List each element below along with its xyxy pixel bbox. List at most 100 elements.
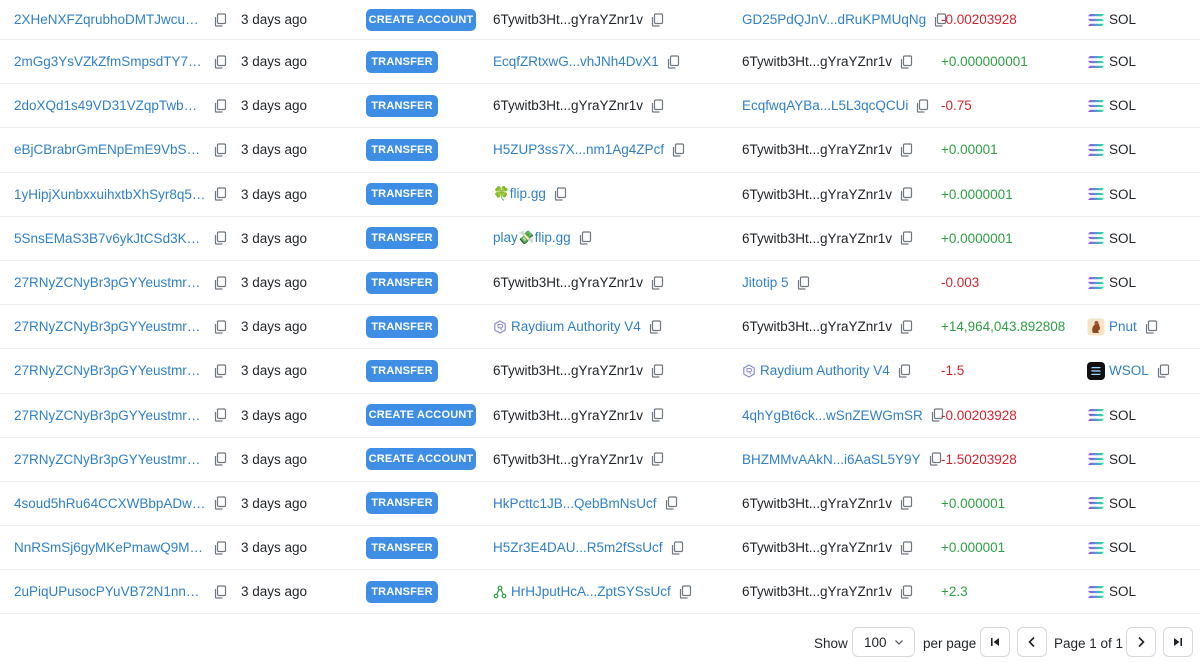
signature-link[interactable]: 2doXQd1s49VD31VZqpTwbwnn... [14,98,206,113]
signature-link[interactable]: 27RNyZCNyBr3pGYYeustmrFPA... [14,452,206,467]
from-address[interactable]: HkPcttc1JB...QebBmNsUcf [493,496,657,511]
to-cell: 6Tywitb3Ht...gYraYZnr1v [742,173,937,216]
time-text: 3 days ago [241,230,308,246]
copy-icon[interactable] [649,12,665,28]
copy-icon[interactable] [647,319,663,335]
copy-icon[interactable] [665,54,681,70]
last-page-button[interactable] [1163,627,1193,657]
copy-icon[interactable] [898,230,914,246]
signature-link[interactable]: NnRSmSj6gyMKePmawQ9Mmq... [14,540,206,555]
table-row: 4soud5hRu64CCXWBbpADwd7y... 3 days ago TRA… [0,482,1200,527]
signature-link[interactable]: 1yHipjXunbxxuihxtbXhSyr8q5Tte... [14,187,206,202]
to-address[interactable]: BHZMMvAAkN...i6AaSL5Y9Y [742,452,921,467]
token-label[interactable]: Pnut [1109,319,1137,334]
amount-cell: +0.00001 [941,128,1081,171]
signature-link[interactable]: 27RNyZCNyBr3pGYYeustmrFPA... [14,363,206,378]
copy-icon[interactable] [898,584,914,600]
to-address: 6Tywitb3Ht...gYraYZnr1v [742,319,893,335]
copy-icon[interactable] [212,495,228,511]
copy-icon[interactable] [898,319,914,335]
signature-link[interactable]: 5SnsEMaS3B7v6ykJtCSd3K9nx... [14,231,206,246]
signature-link[interactable]: 2uPiqUPusocPYuVB72N1nnXC8... [14,584,206,599]
copy-icon[interactable] [669,540,685,556]
to-address[interactable]: EcqfwqAYBa...L5L3qcQCUi [742,98,908,113]
copy-icon[interactable] [1155,363,1171,379]
copy-icon[interactable] [212,540,228,556]
copy-icon[interactable] [212,186,228,202]
to-cell: 6Tywitb3Ht...gYraYZnr1v [742,526,937,569]
from-address[interactable]: H5ZUP3ss7X...nm1Ag4ZPcf [493,142,664,157]
copy-icon[interactable] [898,495,914,511]
copy-icon[interactable] [898,142,914,158]
time-text: 3 days ago [241,12,308,27]
to-address[interactable]: GD25PdQJnV...dRuKPMUqNg [742,12,926,27]
copy-icon[interactable] [212,230,228,246]
from-address[interactable]: H5Zr3E4DAU...R5m2fSsUcf [493,540,663,555]
from-cell: H5Zr3E4DAU...R5m2fSsUcf [493,526,741,569]
to-address: 6Tywitb3Ht...gYraYZnr1v [742,230,893,246]
signature-link[interactable]: 27RNyZCNyBr3pGYYeustmrFPA... [14,275,206,290]
signature-link[interactable]: 27RNyZCNyBr3pGYYeustmrFPA... [14,408,206,423]
from-address[interactable]: Raydium Authority V4 [511,319,641,334]
signature-link[interactable]: 4soud5hRu64CCXWBbpADwd7y... [14,496,206,511]
signature-link[interactable]: 2mGg3YsVZkZfmSmpsdTY76Dj... [14,54,206,69]
to-address[interactable]: 4qhYgBt6ck...wSnZEWGmSR [742,408,923,423]
table-row: 27RNyZCNyBr3pGYYeustmrFPA... 3 days ago TR… [0,305,1200,350]
signature-link[interactable]: 2XHeNXFZqrubhoDMTJwcudXib... [14,12,206,27]
to-address[interactable]: Jitotip 5 [742,275,789,290]
copy-icon[interactable] [212,584,228,600]
copy-icon[interactable] [1143,319,1159,335]
copy-icon[interactable] [670,142,686,158]
copy-icon[interactable] [212,142,228,158]
copy-icon[interactable] [212,363,228,379]
prev-page-button[interactable] [1017,627,1047,657]
copy-icon[interactable] [898,54,914,70]
copy-icon[interactable] [795,275,811,291]
copy-icon[interactable] [649,451,665,467]
copy-icon[interactable] [212,98,228,114]
copy-icon[interactable] [649,363,665,379]
amount-cell: -1.5 [941,349,1081,392]
copy-icon[interactable] [677,584,693,600]
from-address[interactable]: EcqfZRtxwG...vhJNh4DvX1 [493,54,659,69]
from-address[interactable]: HrHJputHcA...ZptSYSsUcf [511,584,671,599]
amount-cell: -0.75 [941,84,1081,127]
solana-icon [1087,583,1105,601]
signature-link[interactable]: 27RNyZCNyBr3pGYYeustmrFPA... [14,319,206,334]
type-badge: TRANSFER [366,271,438,294]
copy-icon[interactable] [649,407,665,423]
table-row: 2doXQd1s49VD31VZqpTwbwnn... 3 days ago TRA… [0,84,1200,129]
copy-icon[interactable] [649,275,665,291]
copy-icon[interactable] [212,54,228,70]
type-badge: CREATE ACCOUNT [366,8,476,31]
next-page-button[interactable] [1126,627,1156,657]
copy-icon[interactable] [663,495,679,511]
per-page-select[interactable]: 100 [852,627,915,657]
signature-cell: eBjCBrabrGmENpEmE9VbSHAn... [14,128,236,171]
token-label: SOL [1109,584,1137,600]
copy-icon[interactable] [914,98,930,114]
type-cell: TRANSFER [366,305,486,348]
from-address[interactable]: play💸flip.gg [493,230,571,246]
copy-icon[interactable] [898,186,914,202]
type-cell: CREATE ACCOUNT [366,438,486,481]
to-address[interactable]: Raydium Authority V4 [760,363,890,378]
copy-icon[interactable] [552,186,568,202]
copy-icon[interactable] [212,275,228,291]
token-label[interactable]: WSOL [1109,363,1149,378]
copy-icon[interactable] [577,230,593,246]
to-cell: 6Tywitb3Ht...gYraYZnr1v [742,128,937,171]
from-address[interactable]: 🍀flip.gg [493,186,546,202]
copy-icon[interactable] [649,98,665,114]
copy-icon[interactable] [212,451,228,467]
copy-icon[interactable] [898,540,914,556]
wsol-icon [1087,361,1105,380]
copy-icon[interactable] [896,363,912,379]
type-cell: CREATE ACCOUNT [366,394,486,437]
first-page-button[interactable] [980,627,1010,657]
copy-icon[interactable] [212,319,228,335]
copy-icon[interactable] [212,12,228,28]
signature-link[interactable]: eBjCBrabrGmENpEmE9VbSHAn... [14,142,206,157]
amount-cell: -1.50203928 [941,438,1081,481]
copy-icon[interactable] [212,407,228,423]
